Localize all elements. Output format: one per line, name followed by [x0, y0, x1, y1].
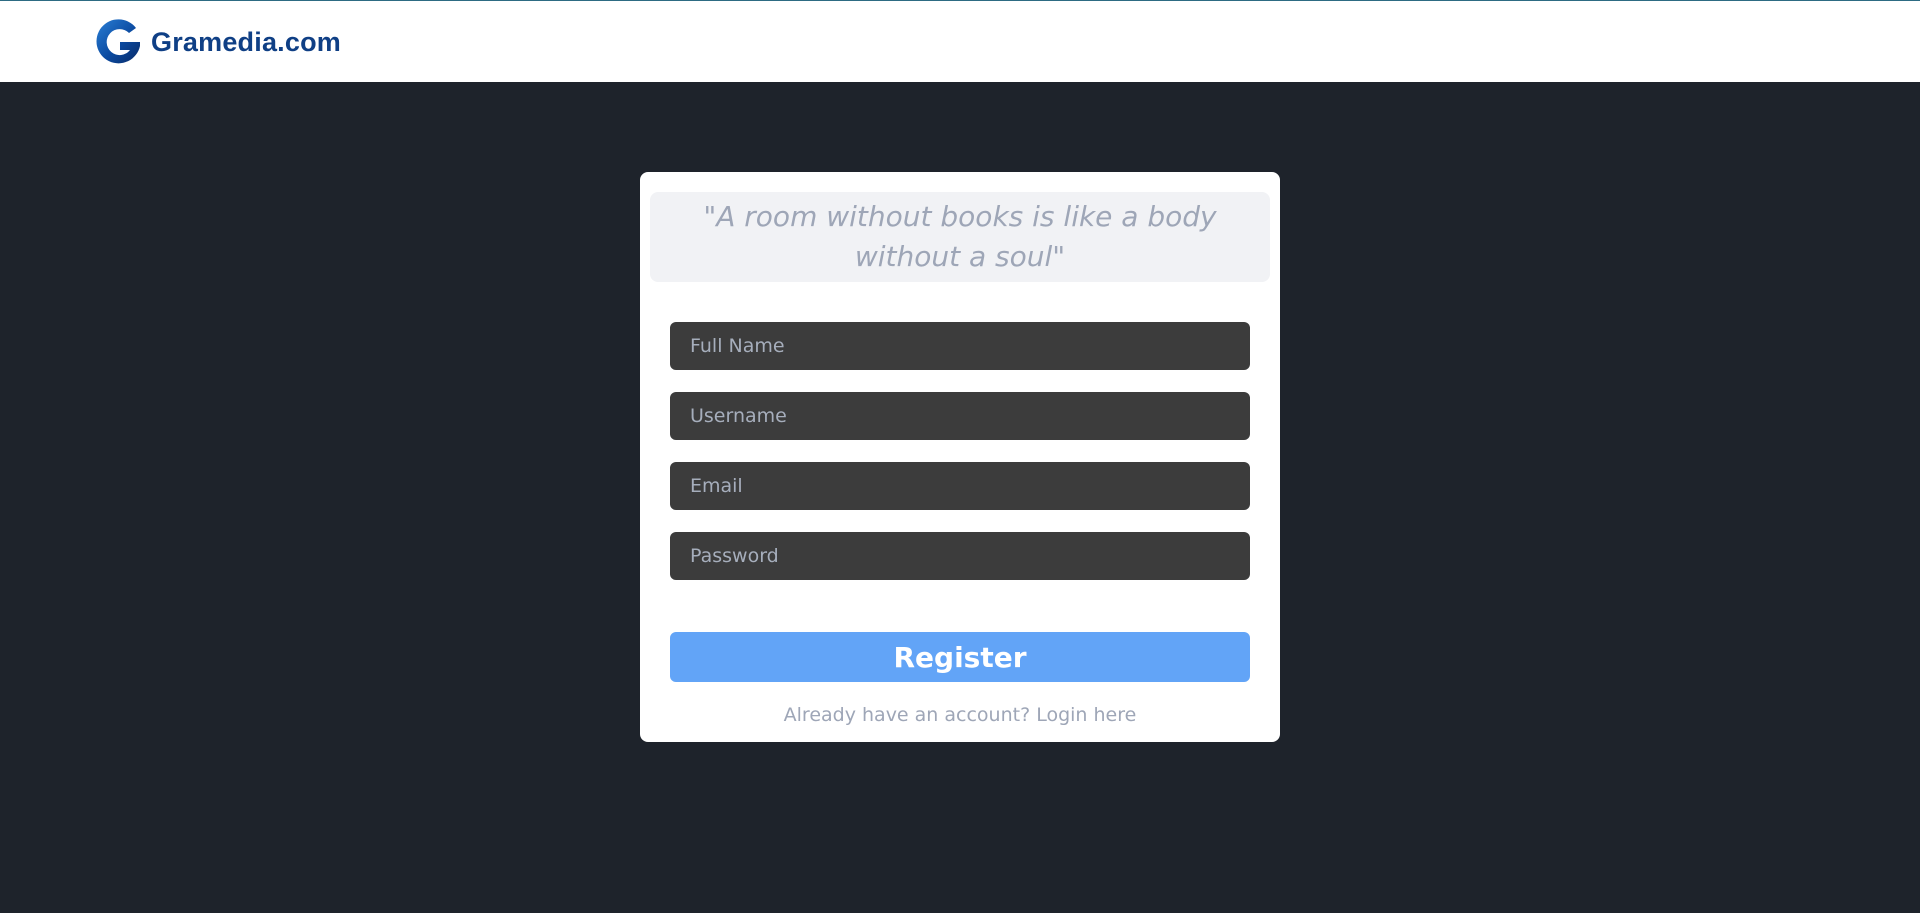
register-card: "A room without books is like a body wit… — [640, 172, 1280, 742]
full-name-input[interactable] — [670, 322, 1250, 370]
login-link[interactable]: Already have an account? Login here — [640, 704, 1280, 726]
register-button[interactable]: Register — [670, 632, 1250, 682]
quote-text: "A room without books is like a body wit… — [703, 200, 1217, 273]
gramedia-g-icon — [96, 19, 140, 64]
username-input[interactable] — [670, 392, 1250, 440]
logo-text: Gramedia.com — [151, 27, 341, 57]
top-header: Gramedia.com — [0, 0, 1920, 82]
email-input[interactable] — [670, 462, 1250, 510]
password-input[interactable] — [670, 532, 1250, 580]
gramedia-logo[interactable]: Gramedia.com — [94, 16, 341, 68]
quote-box: "A room without books is like a body wit… — [650, 192, 1270, 282]
